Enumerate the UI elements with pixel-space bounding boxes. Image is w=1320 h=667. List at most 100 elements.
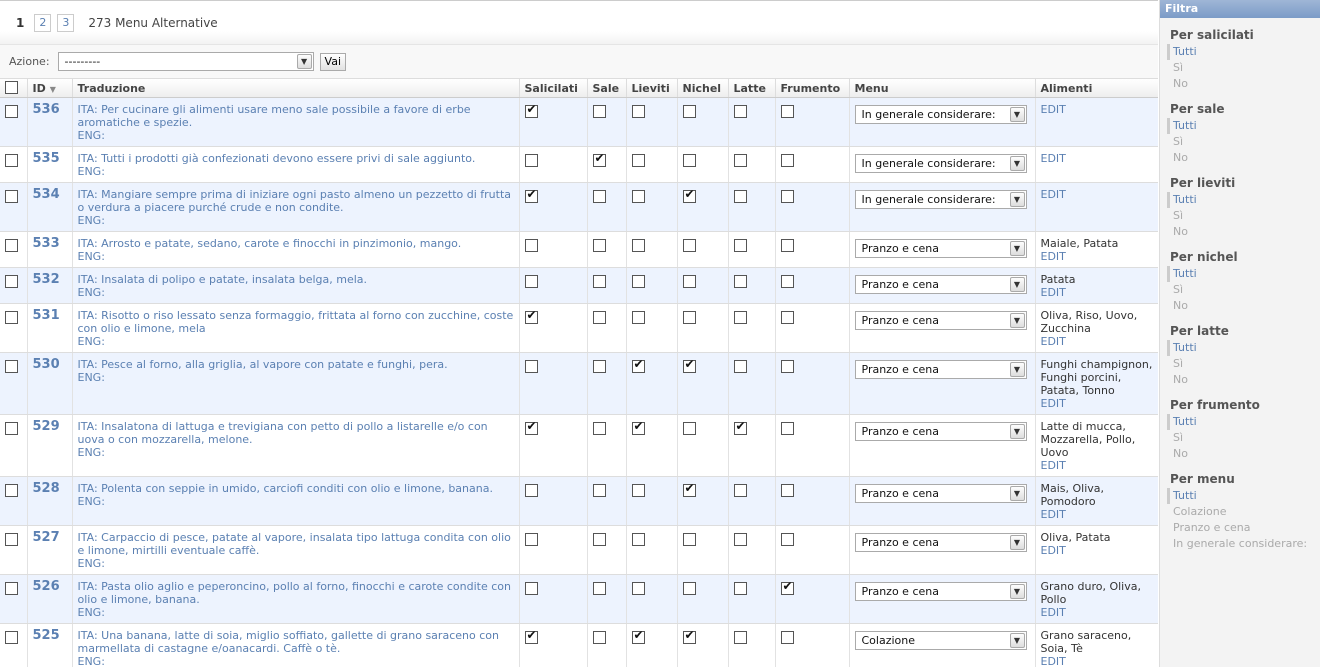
nichel-checkbox[interactable] — [682, 358, 696, 373]
salicilati-checkbox[interactable] — [524, 154, 538, 167]
menu-select[interactable]: Pranzo e cena ▼ — [854, 422, 1027, 441]
filter-option[interactable]: Tutti — [1167, 414, 1320, 430]
menu-select[interactable]: Pranzo e cena ▼ — [854, 239, 1027, 258]
latte-checkbox[interactable] — [733, 105, 747, 118]
nichel-checkbox[interactable] — [682, 239, 696, 252]
latte-checkbox[interactable] — [733, 154, 747, 167]
latte-checkbox[interactable] — [733, 582, 747, 595]
lieviti-checkbox[interactable] — [631, 582, 645, 595]
latte-checkbox[interactable] — [733, 190, 747, 203]
lieviti-checkbox[interactable] — [631, 533, 645, 546]
row-id-link[interactable]: 534 — [33, 187, 60, 202]
row-id-link[interactable]: 533 — [33, 236, 60, 251]
lieviti-checkbox[interactable] — [631, 629, 645, 644]
edit-link[interactable]: EDIT — [1041, 103, 1153, 116]
edit-link[interactable]: EDIT — [1041, 152, 1153, 165]
menu-select[interactable]: Pranzo e cena ▼ — [854, 311, 1027, 330]
latte-checkbox[interactable] — [733, 360, 747, 373]
filter-option[interactable]: Sì — [1167, 208, 1320, 224]
edit-link[interactable]: EDIT — [1041, 459, 1153, 472]
frumento-checkbox[interactable] — [780, 422, 794, 435]
page-link-3[interactable]: 3 — [57, 13, 75, 32]
filter-option[interactable]: Tutti — [1167, 488, 1320, 504]
filter-option[interactable]: No — [1167, 76, 1320, 92]
edit-link[interactable]: EDIT — [1041, 508, 1153, 521]
edit-link[interactable]: EDIT — [1041, 286, 1153, 299]
sale-checkbox[interactable] — [592, 311, 606, 324]
edit-link[interactable]: EDIT — [1041, 250, 1153, 263]
latte-checkbox[interactable] — [733, 420, 747, 435]
filter-option[interactable]: Tutti — [1167, 118, 1320, 134]
nichel-checkbox[interactable] — [682, 422, 696, 435]
edit-link[interactable]: EDIT — [1041, 335, 1153, 348]
row-id-link[interactable]: 525 — [33, 628, 60, 643]
latte-checkbox[interactable] — [733, 631, 747, 644]
menu-select[interactable]: Pranzo e cena ▼ — [854, 533, 1027, 552]
filter-option[interactable]: No — [1167, 446, 1320, 462]
filter-option[interactable]: Tutti — [1167, 192, 1320, 208]
latte-checkbox[interactable] — [733, 275, 747, 288]
sale-checkbox[interactable] — [592, 360, 606, 373]
frumento-checkbox[interactable] — [780, 484, 794, 497]
row-select-checkbox[interactable] — [5, 239, 18, 252]
nichel-checkbox[interactable] — [682, 582, 696, 595]
filter-option[interactable]: Sì — [1167, 60, 1320, 76]
edit-link[interactable]: EDIT — [1041, 655, 1153, 667]
menu-select[interactable]: Colazione ▼ — [854, 631, 1027, 650]
nichel-checkbox[interactable] — [682, 188, 696, 203]
column-header-lieviti[interactable]: Lieviti — [626, 79, 678, 98]
edit-link[interactable]: EDIT — [1041, 544, 1153, 557]
frumento-checkbox[interactable] — [780, 154, 794, 167]
filter-option[interactable]: Colazione — [1167, 504, 1320, 520]
sale-checkbox[interactable] — [592, 105, 606, 118]
sale-checkbox[interactable] — [592, 422, 606, 435]
row-id-link[interactable]: 532 — [33, 272, 60, 287]
menu-select[interactable]: Pranzo e cena ▼ — [854, 275, 1027, 294]
lieviti-checkbox[interactable] — [631, 154, 645, 167]
sale-checkbox[interactable] — [592, 582, 606, 595]
column-header-nichel[interactable]: Nichel — [677, 79, 729, 98]
frumento-checkbox[interactable] — [780, 360, 794, 373]
column-header-latte[interactable]: Latte — [728, 79, 776, 98]
filter-option[interactable]: Tutti — [1167, 44, 1320, 60]
menu-select[interactable]: Pranzo e cena ▼ — [854, 582, 1027, 601]
nichel-checkbox[interactable] — [682, 154, 696, 167]
lieviti-checkbox[interactable] — [631, 239, 645, 252]
frumento-checkbox[interactable] — [780, 311, 794, 324]
action-select[interactable]: --------- ▼ — [57, 52, 314, 71]
menu-select[interactable]: In generale considerare: ▼ — [854, 154, 1027, 173]
row-select-checkbox[interactable] — [5, 422, 18, 435]
filter-option[interactable]: Pranzo e cena — [1167, 520, 1320, 536]
filter-option[interactable]: No — [1167, 150, 1320, 166]
column-header-salicilati[interactable]: Salicilati — [519, 79, 588, 98]
edit-link[interactable]: EDIT — [1041, 606, 1153, 619]
select-all-header[interactable] — [0, 79, 28, 98]
nichel-checkbox[interactable] — [682, 629, 696, 644]
frumento-checkbox[interactable] — [780, 533, 794, 546]
lieviti-checkbox[interactable] — [631, 190, 645, 203]
latte-checkbox[interactable] — [733, 239, 747, 252]
page-link-2[interactable]: 2 — [34, 13, 52, 32]
latte-checkbox[interactable] — [733, 311, 747, 324]
frumento-checkbox[interactable] — [780, 580, 794, 595]
lieviti-checkbox[interactable] — [631, 275, 645, 288]
column-header-menu[interactable]: Menu — [849, 79, 1036, 98]
salicilati-checkbox[interactable] — [524, 188, 538, 203]
filter-option[interactable]: No — [1167, 372, 1320, 388]
salicilati-checkbox[interactable] — [524, 629, 538, 644]
frumento-checkbox[interactable] — [780, 275, 794, 288]
row-id-link[interactable]: 531 — [33, 308, 60, 323]
filter-option[interactable]: Sì — [1167, 356, 1320, 372]
nichel-checkbox[interactable] — [682, 533, 696, 546]
filter-option[interactable]: Tutti — [1167, 340, 1320, 356]
frumento-checkbox[interactable] — [780, 631, 794, 644]
nichel-checkbox[interactable] — [682, 482, 696, 497]
column-header-sale[interactable]: Sale — [587, 79, 627, 98]
sale-checkbox[interactable] — [592, 631, 606, 644]
lieviti-checkbox[interactable] — [631, 358, 645, 373]
row-select-checkbox[interactable] — [5, 360, 18, 373]
sale-checkbox[interactable] — [592, 484, 606, 497]
sale-checkbox[interactable] — [592, 239, 606, 252]
row-id-link[interactable]: 528 — [33, 481, 60, 496]
row-select-checkbox[interactable] — [5, 190, 18, 203]
